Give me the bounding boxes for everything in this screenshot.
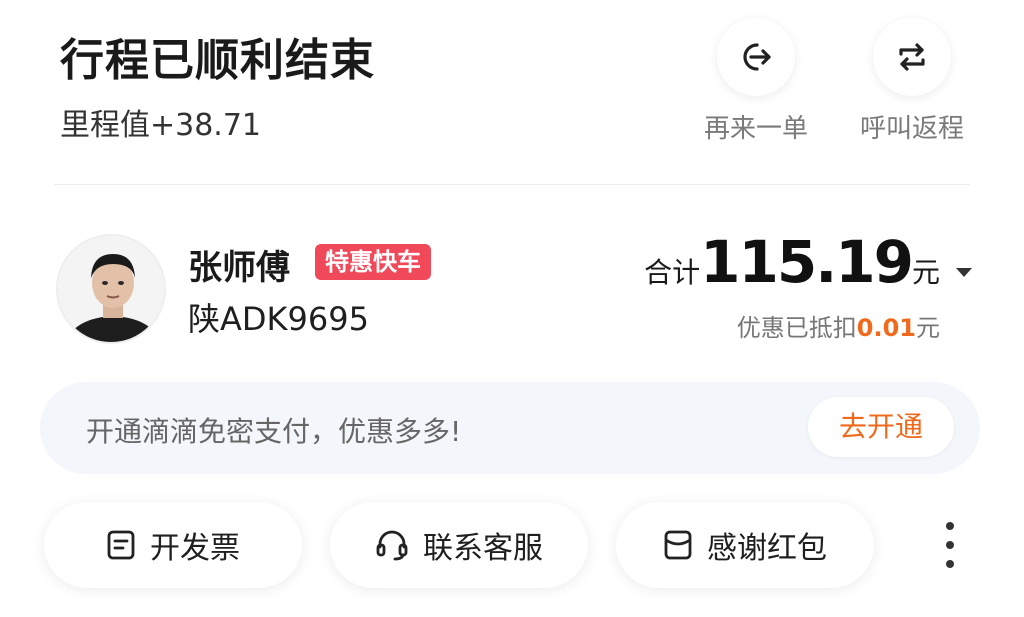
more-dot — [946, 560, 954, 568]
customer-service-button[interactable]: 联系客服 — [330, 502, 588, 588]
fare-total[interactable]: 合计115.19元 — [644, 228, 940, 296]
reorder-button[interactable]: 再来一单 — [691, 18, 821, 145]
promo-text: 开通滴滴免密支付，优惠多多! — [86, 415, 462, 448]
password-free-pay-banner: 开通滴滴免密支付，优惠多多! 去开通 — [40, 382, 980, 474]
customer-service-label: 联系客服 — [423, 531, 543, 566]
invoice-icon — [107, 530, 135, 560]
return-trip-circle[interactable] — [873, 18, 951, 96]
trip-complete-page: 行程已顺利结束 里程值+38.71 再来一单 呼叫返程 张师傅 特惠快车 陕AD… — [0, 0, 1024, 617]
return-trip-label: 呼叫返程 — [859, 114, 964, 144]
headset-icon — [376, 530, 408, 561]
mileage-value: 里程值+38.71 — [60, 108, 262, 143]
fare-details-chevron-down-icon[interactable] — [956, 268, 972, 277]
driver-name: 张师傅 — [188, 248, 290, 288]
discount-info: 优惠已抵扣0.01元 — [737, 308, 940, 343]
fare-prefix: 合计 — [644, 256, 701, 289]
header-divider — [54, 184, 970, 185]
thank-you-red-packet-button[interactable]: 感谢红包 — [616, 502, 874, 588]
driver-photo-icon — [58, 236, 164, 342]
red-packet-icon — [664, 530, 692, 560]
discount-amount: 0.01 — [856, 314, 916, 342]
activate-button[interactable]: 去开通 — [808, 397, 954, 457]
more-dot — [946, 541, 954, 549]
return-trip-icon — [899, 43, 925, 71]
reorder-label: 再来一单 — [703, 114, 808, 144]
service-tag: 特惠快车 — [315, 244, 431, 280]
fare-unit: 元 — [911, 256, 940, 289]
discount-prefix: 优惠已抵扣 — [736, 314, 857, 342]
invoice-label: 开发票 — [150, 531, 240, 566]
invoice-button[interactable]: 开发票 — [44, 502, 302, 588]
license-plate: 陕ADK9695 — [188, 300, 369, 338]
red-packet-label: 感谢红包 — [707, 531, 827, 566]
more-options-icon[interactable] — [940, 522, 960, 568]
page-title: 行程已顺利结束 — [60, 35, 375, 86]
return-trip-button[interactable]: 呼叫返程 — [847, 18, 977, 145]
reorder-circle[interactable] — [717, 18, 795, 96]
discount-unit: 元 — [916, 314, 940, 342]
reorder-icon — [743, 43, 771, 71]
more-dot — [946, 522, 954, 530]
fare-amount: 115.19 — [700, 228, 914, 296]
driver-avatar[interactable] — [56, 234, 166, 344]
